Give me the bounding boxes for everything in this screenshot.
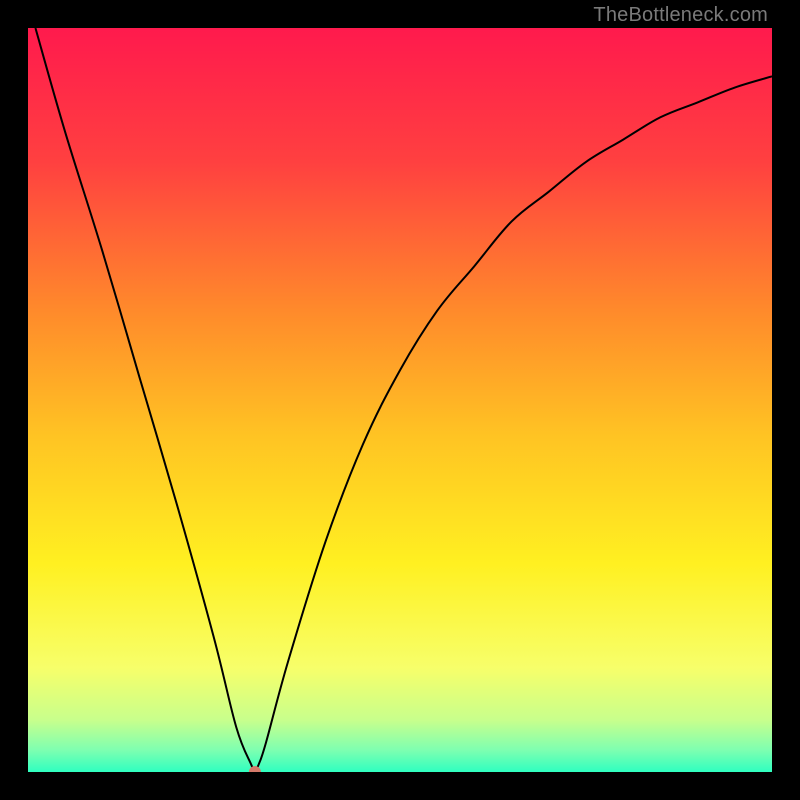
bottleneck-chart: [28, 28, 772, 772]
chart-background: [28, 28, 772, 772]
chart-frame: [28, 28, 772, 772]
watermark-text: TheBottleneck.com: [593, 4, 768, 27]
